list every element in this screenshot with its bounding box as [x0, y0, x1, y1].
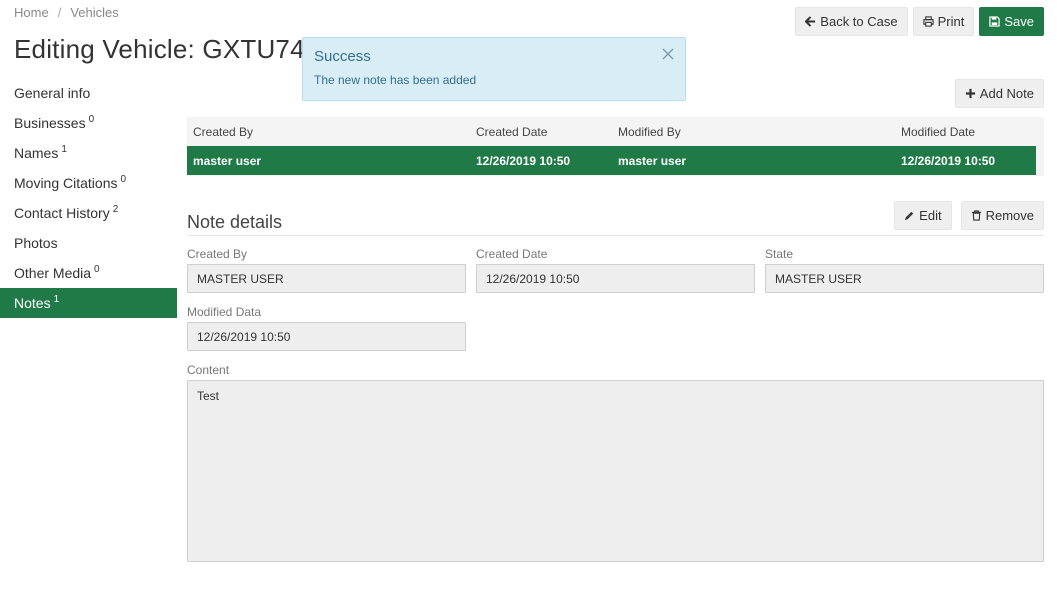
print-button[interactable]: Print [912, 7, 975, 36]
note-details-header: Note details Edit Remove [187, 200, 1044, 236]
sidebar-item-label: General info [14, 85, 91, 101]
column-header-created-date[interactable]: Created Date [470, 125, 612, 139]
sidebar-item-count: 1 [53, 293, 60, 305]
save-button[interactable]: Save [979, 7, 1044, 36]
cell-created-by: master user [193, 153, 262, 168]
sidebar-item-label: Notes [14, 295, 51, 311]
print-label: Print [937, 14, 965, 29]
content-label: Content [187, 363, 230, 377]
sidebar-item-other-media[interactable]: Other Media 0 [0, 258, 177, 288]
pencil-icon [905, 211, 914, 221]
column-header-created-by[interactable]: Created By [187, 125, 470, 139]
edit-button[interactable]: Edit [894, 201, 952, 230]
save-label: Save [1004, 14, 1034, 29]
sidebar-item-businesses[interactable]: Businesses 0 [0, 108, 177, 138]
add-note-button[interactable]: Add Note [954, 79, 1044, 108]
notes-table: Created By Created Date Modified By Modi… [187, 117, 1044, 176]
sidebar-item-label: Businesses [14, 115, 86, 131]
sidebar-item-names[interactable]: Names 1 [0, 138, 177, 168]
modified-data-label: Modified Data [187, 305, 262, 319]
modified-data-field: Modified Data 12/26/2019 10:50 [187, 305, 466, 351]
sidebar-item-label: Names [14, 145, 59, 161]
sidebar-item-label: Photos [14, 235, 58, 251]
remove-button[interactable]: Remove [960, 201, 1044, 230]
sidebar-item-count: 2 [112, 203, 119, 215]
remove-label: Remove [985, 208, 1034, 223]
breadcrumb-current[interactable]: Vehicles [70, 5, 118, 20]
add-note-label: Add Note [979, 86, 1034, 101]
trash-icon [971, 210, 981, 221]
modified-data-input[interactable]: 12/26/2019 10:50 [187, 322, 466, 351]
back-to-case-button[interactable]: Back to Case [795, 7, 908, 36]
content-field: Content Test [187, 363, 1044, 562]
sidebar-item-label: Contact History [14, 205, 110, 221]
table-row[interactable]: master user 12/26/2019 10:50 master user… [187, 146, 1036, 175]
state-field: State MASTER USER [765, 247, 1044, 293]
created-by-field: Created By MASTER USER [187, 247, 466, 293]
created-date-label: Created Date [476, 247, 548, 261]
sidebar-item-count: 0 [88, 113, 95, 125]
created-by-input[interactable]: MASTER USER [187, 264, 466, 293]
note-details-title: Note details [187, 212, 283, 232]
cell-modified-by: master user [618, 153, 687, 168]
sidebar-item-count: 1 [61, 143, 67, 155]
sidebar-item-general-info[interactable]: General info [0, 78, 177, 108]
back-to-case-label: Back to Case [820, 14, 898, 29]
sidebar-item-photos[interactable]: Photos [0, 228, 177, 258]
sidebar-item-label: Other Media [14, 265, 92, 281]
sidebar-item-label: Moving Citations [14, 175, 118, 191]
content-textarea[interactable]: Test [187, 380, 1044, 562]
sidebar-item-contact-history[interactable]: Contact History 2 [0, 198, 177, 228]
sidebar-item-count: 0 [94, 263, 100, 275]
breadcrumb: Home / Vehicles [14, 5, 119, 20]
sidebar-item-count: 0 [120, 173, 127, 185]
cell-modified-date: 12/26/2019 10:50 [901, 153, 996, 168]
alert-title: Success [314, 48, 371, 65]
table-header: Created By Created Date Modified By Modi… [187, 117, 1044, 146]
cell-created-date: 12/26/2019 10:50 [476, 153, 571, 168]
alert-message: The new note has been added [314, 73, 477, 87]
floppy-disk-icon [989, 16, 1001, 27]
column-header-modified-date[interactable]: Modified Date [895, 125, 1044, 139]
sidebar: General info Businesses 0 Names 1 Moving… [0, 78, 177, 318]
column-header-modified-by[interactable]: Modified By [612, 125, 895, 139]
arrow-left-icon [805, 16, 816, 27]
close-icon[interactable] [661, 47, 675, 61]
success-alert: Success The new note has been added [302, 37, 686, 101]
page-title: Editing Vehicle: GXTU74 F [14, 34, 329, 64]
note-details-actions: Edit Remove [894, 201, 1044, 230]
breadcrumb-home[interactable]: Home [14, 5, 49, 20]
state-input[interactable]: MASTER USER [765, 264, 1044, 293]
plus-icon [965, 88, 975, 99]
created-date-field: Created Date 12/26/2019 10:50 [476, 247, 755, 293]
state-label: State [765, 247, 794, 261]
print-icon [922, 16, 934, 27]
edit-label: Edit [919, 208, 942, 223]
created-date-input[interactable]: 12/26/2019 10:50 [476, 264, 755, 293]
created-by-label: Created By [187, 247, 248, 261]
sidebar-item-moving-citations[interactable]: Moving Citations 0 [0, 168, 177, 198]
top-actions: Back to Case Print Save [795, 7, 1044, 36]
breadcrumb-separator: / [57, 5, 62, 20]
sidebar-item-notes[interactable]: Notes 1 [0, 288, 177, 318]
